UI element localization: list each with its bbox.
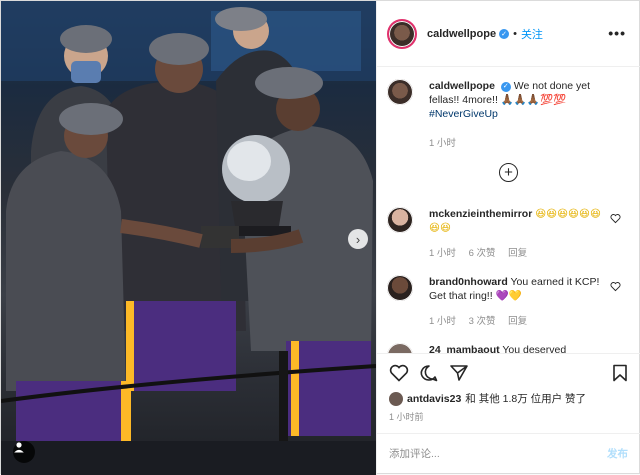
caption-time: 1 小时 xyxy=(429,138,456,149)
more-options-icon[interactable]: ••• xyxy=(608,25,626,41)
heart-icon[interactable] xyxy=(610,281,621,292)
caption-username[interactable]: caldwellpope xyxy=(429,80,495,92)
verified-badge-icon: ✓ xyxy=(500,82,511,92)
comment-meta: 1 小时 6 次赞 回复 xyxy=(429,245,537,259)
comment-avatar[interactable] xyxy=(387,275,413,301)
comment-time: 1 小时 xyxy=(429,248,456,259)
verified-badge-icon: ✓ xyxy=(499,28,510,39)
share-send-icon[interactable] xyxy=(449,364,469,382)
post-photo[interactable]: › xyxy=(1,1,376,475)
comment-row: brand0nhoward You earned it KCP! Get tha… xyxy=(387,275,635,335)
liker-avatar[interactable] xyxy=(389,391,403,406)
follow-button[interactable]: 关注 xyxy=(521,26,543,42)
post-header: caldwellpope ✓ • 关注 ••• xyxy=(377,1,640,67)
post-dialog: › caldwellpope ✓ • 关注 ••• caldwellpope ✓ xyxy=(0,0,640,475)
comment-row: 24_mambaout You deserved xyxy=(387,343,635,353)
tagged-users-button[interactable] xyxy=(13,441,35,463)
comment-text-block: 24_mambaout You deserved xyxy=(429,343,609,353)
add-comment-input[interactable]: 添加评论... xyxy=(389,446,440,461)
posted-time: 1 小时前 xyxy=(389,412,424,422)
comment-time: 1 小时 xyxy=(429,316,456,327)
author-username[interactable]: caldwellpope xyxy=(427,28,496,40)
post-actions: antdavis23 和 其他 1.8万 位用户 赞了 1 小时前 xyxy=(377,353,640,433)
post-sidebar: caldwellpope ✓ • 关注 ••• caldwellpope ✓ W… xyxy=(376,1,640,475)
heart-icon[interactable] xyxy=(610,213,621,224)
caption-hashtag[interactable]: #NeverGiveUp xyxy=(429,108,498,120)
add-comment-bar: 添加评论... 发布 xyxy=(377,433,640,475)
comment-username[interactable]: brand0nhoward xyxy=(429,276,508,288)
separator-dot: • xyxy=(513,27,517,40)
post-comment-button[interactable]: 发布 xyxy=(607,446,628,461)
comment-username[interactable]: 24_mambaout xyxy=(429,344,500,353)
load-more-comments-button[interactable]: + xyxy=(499,163,518,182)
save-bookmark-icon[interactable] xyxy=(612,364,628,382)
author-avatar[interactable] xyxy=(387,18,417,49)
comment-text: You deserved xyxy=(502,344,567,353)
comment-avatar[interactable] xyxy=(387,207,413,233)
caption: caldwellpope ✓ We not done yet fellas!! … xyxy=(387,79,635,149)
person-icon xyxy=(14,442,24,453)
caption-text-block: caldwellpope ✓ We not done yet fellas!! … xyxy=(429,79,609,121)
comment-row: mckenzieinthemirror 😆😆😆😆😆😆😆😆 1 小时 6 次赞 回… xyxy=(387,207,635,267)
liker-username[interactable]: antdavis23 xyxy=(407,393,461,405)
comment-reply[interactable]: 回复 xyxy=(508,316,527,327)
next-photo-button[interactable]: › xyxy=(348,229,368,249)
celebration-photo-illustration xyxy=(1,1,376,475)
likes-summary: antdavis23 和 其他 1.8万 位用户 赞了 xyxy=(389,391,586,406)
comment-bubble-icon[interactable] xyxy=(419,364,439,382)
comment-text-block: brand0nhoward You earned it KCP! Get tha… xyxy=(429,275,609,303)
comment-username[interactable]: mckenzieinthemirror xyxy=(429,208,532,220)
comment-meta: 1 小时 3 次赞 回复 xyxy=(429,313,537,327)
comment-likes[interactable]: 3 次赞 xyxy=(469,316,496,327)
comment-likes[interactable]: 6 次赞 xyxy=(469,248,496,259)
caption-avatar[interactable] xyxy=(387,79,413,105)
comment-text-block: mckenzieinthemirror 😆😆😆😆😆😆😆😆 xyxy=(429,207,609,235)
comment-avatar[interactable] xyxy=(387,343,413,353)
comment-reply[interactable]: 回复 xyxy=(508,248,527,259)
comments-list: caldwellpope ✓ We not done yet fellas!! … xyxy=(377,67,640,353)
like-heart-icon[interactable] xyxy=(389,364,409,382)
likes-text[interactable]: 和 其他 1.8万 位用户 赞了 xyxy=(465,391,586,406)
